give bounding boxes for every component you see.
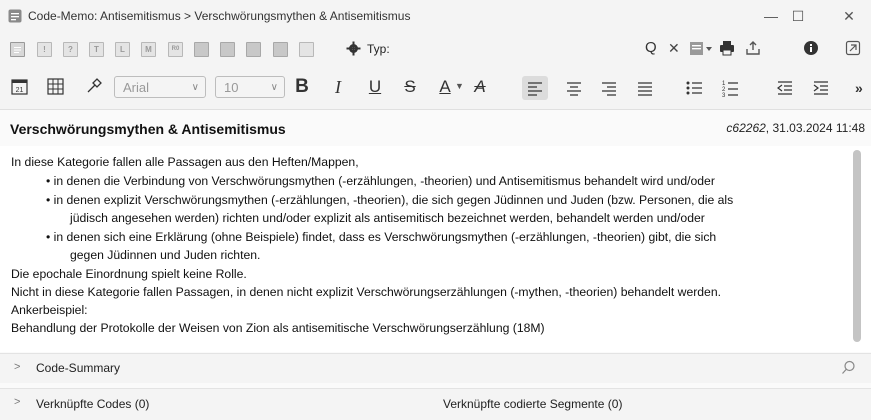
linked-segments-label[interactable]: Verknüpfte codierte Segmente (0)	[443, 397, 622, 411]
memo-color-2-button[interactable]	[220, 42, 235, 57]
export-icon[interactable]	[745, 40, 761, 56]
chevron-right-icon: >	[14, 361, 21, 373]
clear-search-icon[interactable]: ✕	[668, 40, 680, 57]
memo-color-3-button[interactable]	[246, 42, 261, 57]
linked-codes-label[interactable]: Verknüpfte Codes (0)	[36, 397, 149, 411]
italic-button[interactable]: I	[330, 77, 346, 98]
underline-button[interactable]: U	[366, 77, 384, 97]
memo-date: , 31.03.2024 11:48	[765, 121, 865, 135]
vertical-scrollbar[interactable]	[853, 150, 861, 342]
font-family-value: Arial	[123, 80, 150, 95]
memo-text-line: In diese Kategorie fallen alle Passagen …	[11, 155, 359, 169]
title-bar: Code-Memo: Antisemitismus > Verschwörung…	[0, 0, 871, 33]
memo-text-line: • in denen sich eine Erklärung (ohne Bei…	[46, 230, 717, 244]
memo-type-standard-button[interactable]	[10, 42, 25, 57]
memo-type-exclamation-button[interactable]: !	[37, 42, 52, 57]
chevron-right-icon: >	[14, 396, 21, 408]
memo-color-4-button[interactable]	[273, 42, 288, 57]
align-center-icon[interactable]	[565, 79, 583, 97]
font-size-value: 10	[224, 80, 239, 95]
search-icon[interactable]: Q	[645, 39, 657, 56]
gear-icon[interactable]	[346, 41, 361, 56]
print-icon[interactable]	[719, 40, 735, 56]
align-right-icon[interactable]	[600, 79, 618, 97]
minimize-button[interactable]: —	[759, 6, 783, 26]
font-size-select[interactable]: 10 ∨	[215, 76, 285, 98]
calendar-icon[interactable]: 21	[11, 78, 28, 95]
memo-text-line: Ankerbeispiel:	[11, 303, 88, 317]
numbered-list-icon[interactable]: 1 2 3	[721, 78, 739, 98]
format-painter-icon[interactable]	[85, 78, 102, 95]
type-label: Typ:	[367, 42, 390, 56]
memo-type-method-button[interactable]: M	[141, 42, 156, 57]
memo-text-line: Nicht in diese Kategorie fallen Passagen…	[11, 285, 722, 299]
clear-format-button[interactable]: A	[472, 77, 488, 97]
code-summary-panel[interactable]: > Code-Summary	[0, 353, 871, 383]
memo-text-line: Behandlung der Protokolle der Weisen von…	[11, 321, 545, 335]
memo-type-literature-button[interactable]: L	[115, 42, 130, 57]
memo-type-dropdown-icon[interactable]	[690, 41, 714, 56]
strikethrough-button[interactable]: S	[402, 77, 418, 97]
close-button[interactable]: ✕	[837, 6, 861, 26]
info-icon[interactable]	[803, 40, 819, 56]
memo-type-question-button[interactable]: ?	[63, 42, 78, 57]
open-external-icon[interactable]	[845, 40, 861, 56]
indent-icon[interactable]	[812, 79, 830, 97]
bold-button[interactable]: B	[294, 76, 310, 98]
align-left-icon[interactable]	[522, 76, 548, 100]
bullet-list-icon[interactable]	[685, 79, 703, 97]
window-title: Code-Memo: Antisemitismus > Verschwörung…	[28, 9, 411, 23]
memo-app-icon	[8, 9, 22, 23]
chevron-down-icon: ∨	[270, 82, 278, 93]
font-color-button[interactable]: A	[437, 77, 453, 97]
table-icon[interactable]	[47, 78, 64, 95]
memo-type-r0-button[interactable]: R0	[168, 42, 183, 57]
linked-items-panel[interactable]: > Verknüpfte Codes (0) Verknüpfte codier…	[0, 388, 871, 420]
memo-text-line: • in denen explizit Verschwörungsmythen …	[46, 193, 734, 207]
maximize-button[interactable]: ☐	[786, 6, 810, 26]
search-icon[interactable]	[841, 360, 856, 375]
svg-text:21: 21	[16, 87, 24, 94]
memo-text-line: Die epochale Einordnung spielt keine Rol…	[11, 267, 247, 281]
memo-author: c62262	[726, 121, 766, 135]
code-summary-label: Code-Summary	[36, 361, 121, 375]
memo-color-5-button[interactable]	[299, 42, 314, 57]
font-family-select[interactable]: Arial ∨	[114, 76, 206, 98]
more-options-button[interactable]: »	[855, 80, 863, 96]
memo-type-toolbar: ! ? T L M R0 Typ: Q ✕	[0, 33, 871, 65]
outdent-icon[interactable]	[776, 79, 794, 97]
memo-meta: c62262, 31.03.2024 11:48	[726, 121, 865, 135]
memo-type-theory-button[interactable]: T	[89, 42, 104, 57]
svg-text:3: 3	[722, 93, 726, 98]
align-justify-icon[interactable]	[636, 79, 654, 97]
lines-icon	[14, 47, 21, 53]
memo-title: Verschwörungsmythen & Antisemitismus	[10, 121, 286, 137]
font-color-dropdown-icon[interactable]: ▼	[455, 81, 464, 91]
memo-text-line: jüdisch angesehen werden) richten und/od…	[70, 211, 705, 225]
memo-color-1-button[interactable]	[194, 42, 209, 57]
memo-editor[interactable]: In diese Kategorie fallen alle Passagen …	[0, 146, 871, 352]
memo-text-line: gegen Jüdinnen und Juden richten.	[70, 248, 261, 262]
chevron-down-icon: ∨	[191, 82, 199, 93]
memo-text-line: • in denen die Verbindung von Verschwöru…	[46, 174, 715, 188]
